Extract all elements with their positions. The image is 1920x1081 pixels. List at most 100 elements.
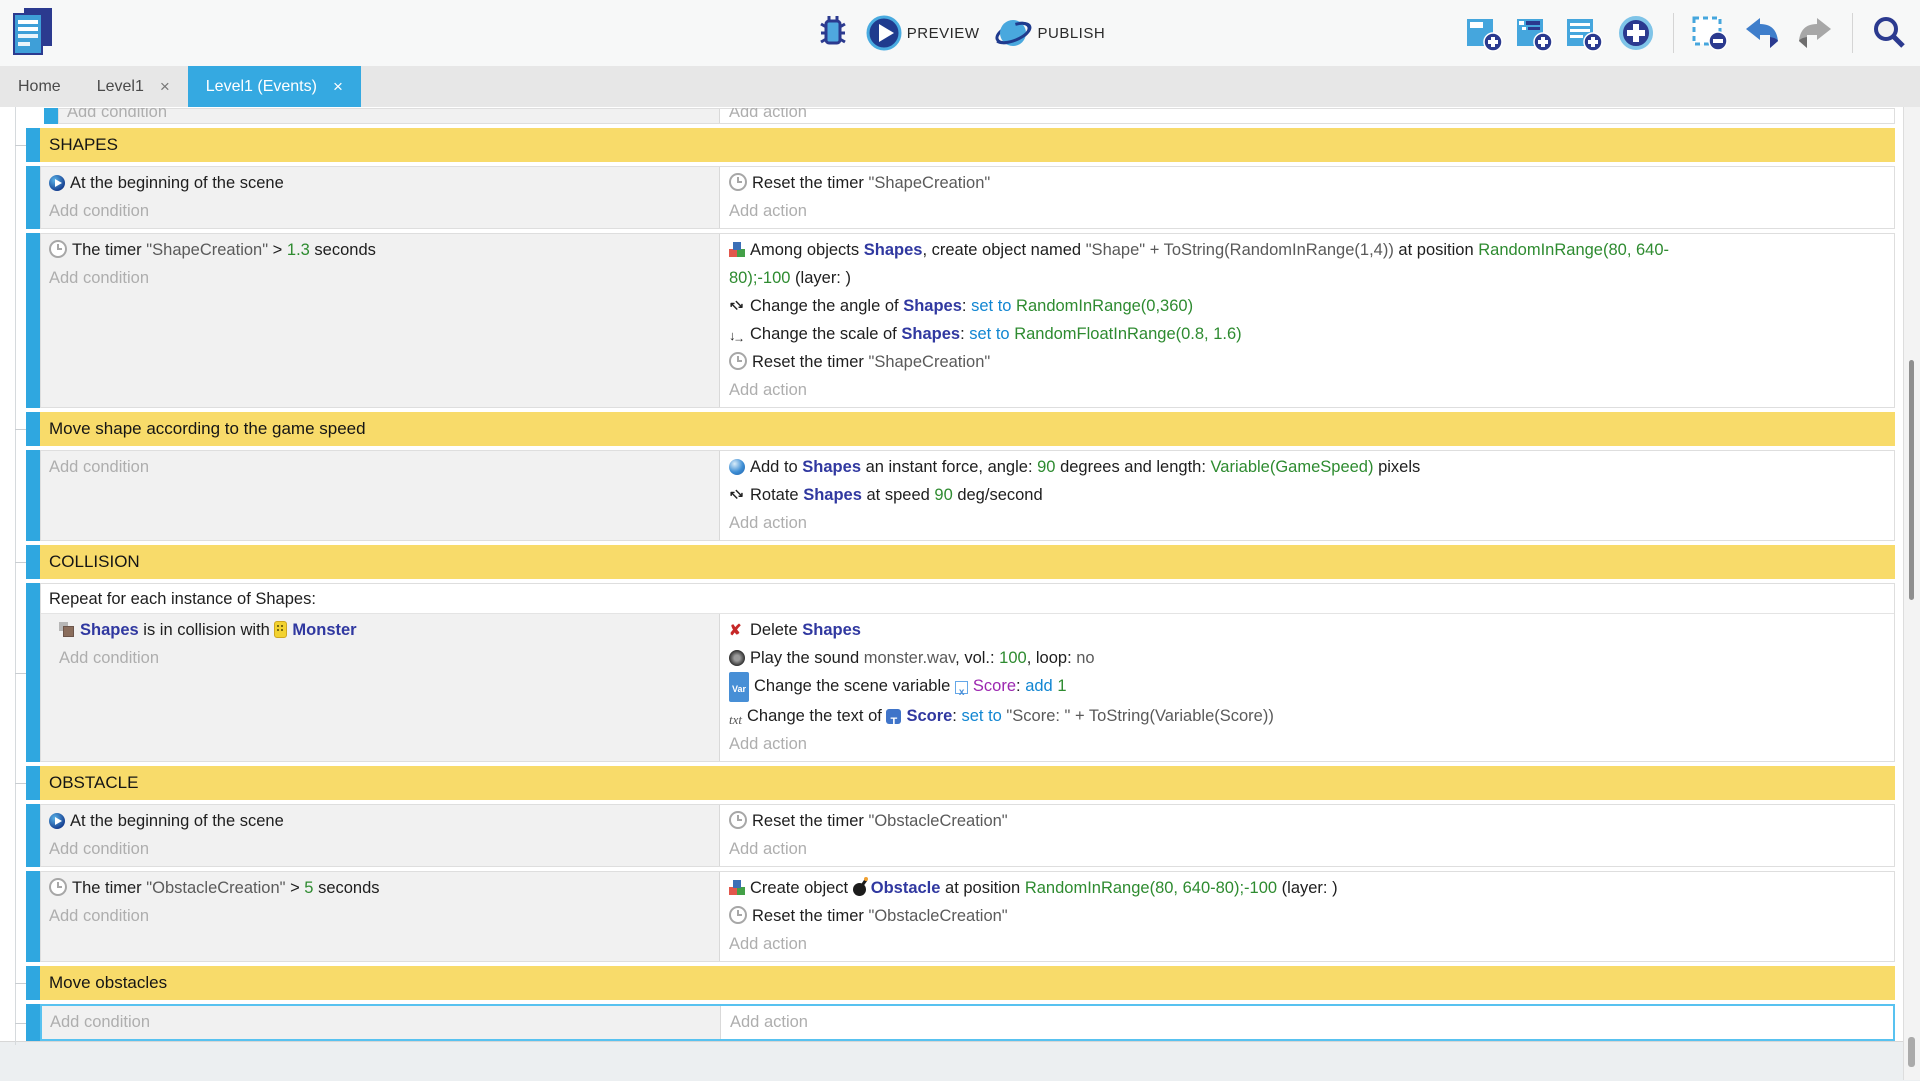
scrollbar-thumb[interactable] xyxy=(1908,1037,1915,1067)
add-action-button[interactable]: Add action xyxy=(729,197,1886,225)
action-line[interactable]: Reset the timer "ObstacleCreation" xyxy=(729,902,1886,930)
add-action-button[interactable]: Add action xyxy=(729,509,1886,537)
action-line[interactable]: Rotate Shapes at speed 90 deg/second xyxy=(729,481,1886,509)
event-drag-handle[interactable] xyxy=(26,166,40,229)
group-header[interactable]: COLLISION xyxy=(40,545,1895,579)
condition-line[interactable]: Shapes is in collision with Monster xyxy=(59,616,713,644)
action-line[interactable]: Change the angle of Shapes: set to Rando… xyxy=(729,292,1886,320)
add-action-button[interactable]: Add action xyxy=(729,835,1886,863)
condition-line[interactable]: The timer "ObstacleCreation" > 5 seconds xyxy=(49,874,713,902)
action-line[interactable]: Change the text of Score: set to "Score:… xyxy=(729,702,1886,730)
actions-cell[interactable]: Reset the timer "ShapeCreation"Add actio… xyxy=(720,167,1894,228)
add-event-icon[interactable] xyxy=(1466,15,1503,52)
add-condition-button[interactable]: Add condition xyxy=(49,264,713,292)
add-plus-icon[interactable] xyxy=(1616,13,1656,53)
timer-icon xyxy=(49,878,67,896)
action-line[interactable]: Reset the timer "ShapeCreation" xyxy=(729,348,1886,376)
conditions-cell[interactable]: At the beginning of the sceneAdd conditi… xyxy=(41,167,720,228)
condition-line[interactable]: The timer "ShapeCreation" > 1.3 seconds xyxy=(49,236,713,264)
action-line[interactable]: Change the scene variable Score: add 1 xyxy=(729,672,1886,702)
conditions-cell[interactable]: Shapes is in collision with MonsterAdd c… xyxy=(41,614,720,761)
condition-line[interactable]: At the beginning of the scene xyxy=(49,169,713,197)
add-condition-button[interactable]: Add condition xyxy=(50,1008,714,1036)
action-line[interactable]: Reset the timer "ShapeCreation" xyxy=(729,169,1886,197)
group-header-row: SHAPES xyxy=(26,128,1895,162)
actions-cell[interactable]: Add to Shapes an instant force, angle: 9… xyxy=(720,451,1894,540)
event-row: At the beginning of the sceneAdd conditi… xyxy=(26,166,1895,229)
event-drag-handle[interactable] xyxy=(26,583,40,762)
group-header[interactable]: Move obstacles xyxy=(40,966,1895,1000)
add-condition-button[interactable]: Add condition xyxy=(59,644,713,672)
vertical-scrollbar[interactable] xyxy=(1903,107,1920,1080)
scrollbar-thumb[interactable] xyxy=(1909,360,1914,600)
event-drag-handle[interactable] xyxy=(26,1004,40,1041)
tab-level1[interactable]: Level1× xyxy=(79,66,188,107)
action-line[interactable]: Reset the timer "ObstacleCreation" xyxy=(729,807,1886,835)
actions-cell[interactable]: Create object Obstacle at position Rando… xyxy=(720,872,1894,961)
event-drag-handle[interactable] xyxy=(26,545,40,579)
event-drag-handle[interactable] xyxy=(26,233,40,408)
condition-line[interactable]: At the beginning of the scene xyxy=(49,807,713,835)
repeat-header[interactable]: Repeat for each instance of Shapes: xyxy=(41,584,1894,614)
add-condition-button[interactable]: Add condition xyxy=(49,835,713,863)
event-drag-handle[interactable] xyxy=(44,108,58,124)
event-drag-handle[interactable] xyxy=(26,412,40,446)
edit-toolbar xyxy=(1466,0,1908,66)
event-drag-handle[interactable] xyxy=(26,804,40,867)
action-line[interactable]: Add to Shapes an instant force, angle: 9… xyxy=(729,453,1886,481)
add-action-button[interactable]: Add action xyxy=(729,930,1886,958)
action-line[interactable]: Among objects Shapes, create object name… xyxy=(729,236,1886,292)
collision-icon xyxy=(59,622,75,638)
add-action-button[interactable]: Add action xyxy=(729,376,1886,404)
scene-begin-icon xyxy=(49,813,65,829)
actions-cell[interactable]: Add action xyxy=(720,109,1894,123)
sheet-bottom-filler xyxy=(0,1041,1920,1081)
group-header[interactable]: OBSTACLE xyxy=(40,766,1895,800)
preview-label: PREVIEW xyxy=(907,25,980,42)
conditions-cell[interactable]: Add condition xyxy=(59,109,720,123)
group-header[interactable]: Move shape according to the game speed xyxy=(40,412,1895,446)
action-line[interactable]: Create object Obstacle at position Rando… xyxy=(729,874,1886,902)
delete-selection-icon[interactable] xyxy=(1691,14,1729,52)
tab-close-icon[interactable]: × xyxy=(333,77,343,97)
undo-icon[interactable] xyxy=(1742,15,1782,51)
conditions-cell[interactable]: The timer "ObstacleCreation" > 5 seconds… xyxy=(41,872,720,961)
action-line[interactable]: Play the sound monster.wav, vol.: 100, l… xyxy=(729,644,1886,672)
add-condition-button[interactable]: Add condition xyxy=(67,108,713,124)
debugger-icon[interactable] xyxy=(815,14,851,52)
action-line[interactable]: Change the scale of Shapes: set to Rando… xyxy=(729,320,1886,348)
add-condition-button[interactable]: Add condition xyxy=(49,902,713,930)
add-condition-button[interactable]: Add condition xyxy=(49,197,713,225)
redo-icon[interactable] xyxy=(1795,15,1835,51)
actions-cell[interactable]: Delete ShapesPlay the sound monster.wav,… xyxy=(720,614,1894,761)
action-line[interactable]: Delete Shapes xyxy=(729,616,1886,644)
add-condition-button[interactable]: Add condition xyxy=(49,453,713,481)
actions-cell[interactable]: Add action xyxy=(721,1006,1893,1039)
preview-button[interactable]: PREVIEW xyxy=(865,14,980,52)
event-drag-handle[interactable] xyxy=(26,128,40,162)
search-icon[interactable] xyxy=(1870,14,1908,52)
conditions-cell[interactable]: Add condition xyxy=(42,1006,721,1039)
add-comment-icon[interactable] xyxy=(1566,15,1603,52)
add-subevent-icon[interactable] xyxy=(1516,15,1553,52)
conditions-cell[interactable]: Add condition xyxy=(41,451,720,540)
add-action-button[interactable]: Add action xyxy=(729,108,1886,124)
group-header[interactable]: SHAPES xyxy=(40,128,1895,162)
event-drag-handle[interactable] xyxy=(26,450,40,541)
conditions-cell[interactable]: The timer "ShapeCreation" > 1.3 secondsA… xyxy=(41,234,720,407)
tab-level1-events-[interactable]: Level1 (Events)× xyxy=(188,66,361,107)
add-action-button[interactable]: Add action xyxy=(730,1008,1885,1036)
actions-cell[interactable]: Reset the timer "ObstacleCreation"Add ac… xyxy=(720,805,1894,866)
publish-button[interactable]: PUBLISH xyxy=(993,14,1105,52)
event-drag-handle[interactable] xyxy=(26,871,40,962)
event-row: The timer "ShapeCreation" > 1.3 secondsA… xyxy=(26,233,1895,408)
event-drag-handle[interactable] xyxy=(26,766,40,800)
actions-cell[interactable]: Among objects Shapes, create object name… xyxy=(720,234,1894,407)
add-action-button[interactable]: Add action xyxy=(729,730,1886,758)
tab-close-icon[interactable]: × xyxy=(160,77,170,97)
tab-home[interactable]: Home xyxy=(0,66,79,107)
toolbar-separator xyxy=(1673,13,1674,53)
event-drag-handle[interactable] xyxy=(26,966,40,1000)
scene-begin-icon xyxy=(49,175,65,191)
conditions-cell[interactable]: At the beginning of the sceneAdd conditi… xyxy=(41,805,720,866)
